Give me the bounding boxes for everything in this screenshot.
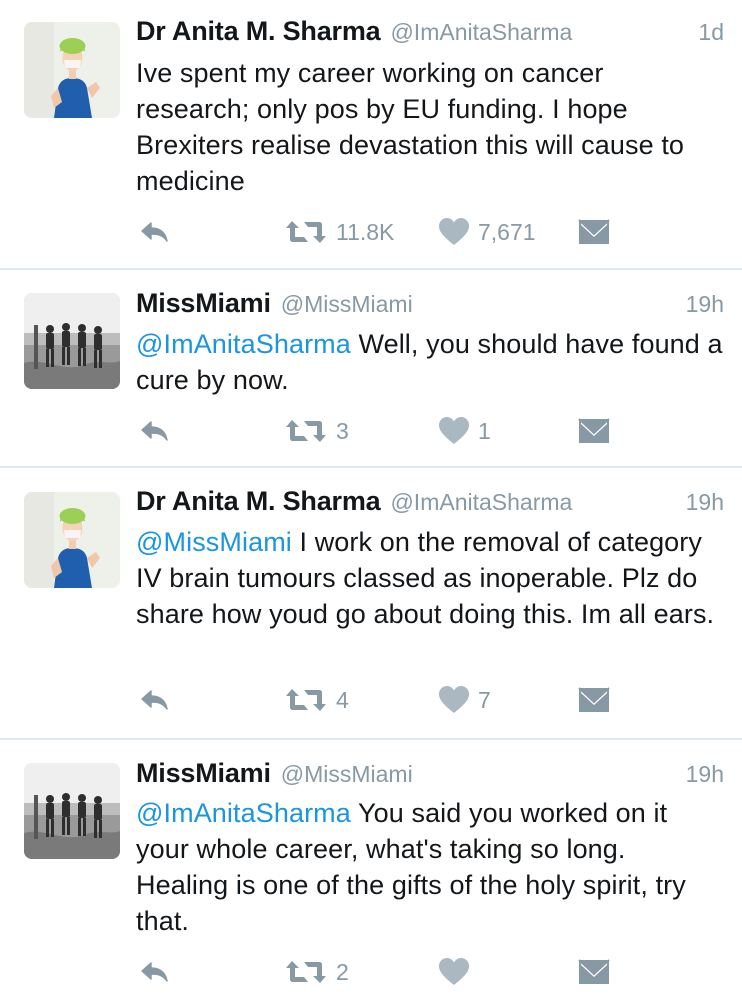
avatar[interactable] — [24, 293, 120, 389]
reply-button[interactable] — [136, 954, 172, 990]
user-handle[interactable]: @ImAnitaSharma — [390, 489, 572, 516]
retweet-button[interactable]: 3 — [284, 413, 349, 449]
timestamp[interactable]: 19h — [686, 291, 724, 318]
like-count: 7,671 — [478, 218, 536, 245]
tweet[interactable]: Dr Anita M. Sharma @ImAnitaSharma 19h @M… — [0, 468, 742, 740]
tweet-text: @MissMiami I work on the removal of cate… — [136, 524, 724, 632]
timestamp[interactable]: 19h — [686, 489, 724, 516]
display-name[interactable]: Dr Anita M. Sharma — [136, 486, 381, 517]
retweet-count: 4 — [336, 686, 349, 713]
user-handle[interactable]: @ImAnitaSharma — [390, 19, 572, 46]
avatar[interactable] — [24, 492, 120, 588]
reply-icon — [136, 682, 172, 718]
tweet-actions: 4 7 — [136, 682, 636, 718]
user-handle[interactable]: @MissMiami — [281, 291, 413, 318]
like-button[interactable]: 7,671 — [438, 214, 536, 250]
direct-message-button[interactable] — [578, 214, 610, 250]
reply-icon — [136, 214, 172, 250]
display-name[interactable]: Dr Anita M. Sharma — [136, 16, 381, 47]
tweet-timeline: Dr Anita M. Sharma @ImAnitaSharma 1d Ive… — [0, 0, 742, 995]
retweet-icon — [284, 957, 328, 987]
retweet-button[interactable]: 11.8K — [284, 214, 394, 250]
reply-button[interactable] — [136, 682, 172, 718]
nurse-avatar-icon — [24, 22, 120, 118]
heart-icon — [438, 416, 470, 446]
envelope-icon — [578, 959, 610, 985]
tweet[interactable]: MissMiami @MissMiami 19h @ImAnitaSharma … — [0, 740, 742, 995]
tweet-actions: 3 1 — [136, 413, 636, 449]
reply-button[interactable] — [136, 214, 172, 250]
retweet-button[interactable]: 2 — [284, 954, 349, 990]
display-name[interactable]: MissMiami — [136, 288, 271, 319]
direct-message-button[interactable] — [578, 682, 610, 718]
like-count: 1 — [478, 417, 491, 444]
beach-photo-avatar-icon — [24, 293, 120, 389]
direct-message-button[interactable] — [578, 954, 610, 990]
display-name[interactable]: MissMiami — [136, 758, 271, 789]
tweet-body: Ive spent my career working on cancer re… — [136, 58, 685, 196]
retweet-button[interactable]: 4 — [284, 682, 349, 718]
heart-icon — [438, 957, 470, 987]
retweet-icon — [284, 416, 328, 446]
tweet-actions: 2 — [136, 954, 636, 990]
tweet-header: Dr Anita M. Sharma @ImAnitaSharma 1d — [136, 16, 724, 50]
mention-link[interactable]: @MissMiami — [136, 527, 292, 557]
like-button[interactable]: 7 — [438, 682, 491, 718]
retweet-count: 11.8K — [336, 218, 395, 245]
heart-icon — [438, 685, 470, 715]
reply-icon — [136, 954, 172, 990]
tweet-text: @ImAnitaSharma Well, you should have fou… — [136, 326, 724, 398]
tweet[interactable]: Dr Anita M. Sharma @ImAnitaSharma 1d Ive… — [0, 0, 742, 270]
tweet[interactable]: MissMiami @MissMiami 19h @ImAnitaSharma … — [0, 270, 742, 468]
timestamp[interactable]: 1d — [698, 19, 724, 46]
tweet-header: MissMiami @MissMiami 19h — [136, 288, 724, 322]
heart-icon — [438, 217, 470, 247]
mention-link[interactable]: @ImAnitaSharma — [136, 329, 351, 359]
tweet-text: @ImAnitaSharma You said you worked on it… — [136, 795, 724, 939]
avatar[interactable] — [24, 763, 120, 859]
avatar[interactable] — [24, 22, 120, 118]
tweet-text: Ive spent my career working on cancer re… — [136, 55, 724, 199]
retweet-icon — [284, 217, 328, 247]
like-button[interactable]: 1 — [438, 413, 491, 449]
envelope-icon — [578, 418, 610, 444]
retweet-icon — [284, 685, 328, 715]
reply-icon — [136, 413, 172, 449]
envelope-icon — [578, 219, 610, 245]
tweet-header: MissMiami @MissMiami 19h — [136, 758, 724, 792]
direct-message-button[interactable] — [578, 413, 610, 449]
retweet-count: 3 — [336, 417, 349, 444]
envelope-icon — [578, 687, 610, 713]
reply-button[interactable] — [136, 413, 172, 449]
like-button[interactable] — [438, 954, 470, 990]
user-handle[interactable]: @MissMiami — [281, 761, 413, 788]
mention-link[interactable]: @ImAnitaSharma — [136, 798, 351, 828]
like-count: 7 — [478, 686, 491, 713]
beach-photo-avatar-icon — [24, 763, 120, 859]
nurse-avatar-icon — [24, 492, 120, 588]
tweet-header: Dr Anita M. Sharma @ImAnitaSharma 19h — [136, 486, 724, 520]
timestamp[interactable]: 19h — [686, 761, 724, 788]
tweet-actions: 11.8K 7,671 — [136, 214, 636, 250]
retweet-count: 2 — [336, 958, 349, 985]
